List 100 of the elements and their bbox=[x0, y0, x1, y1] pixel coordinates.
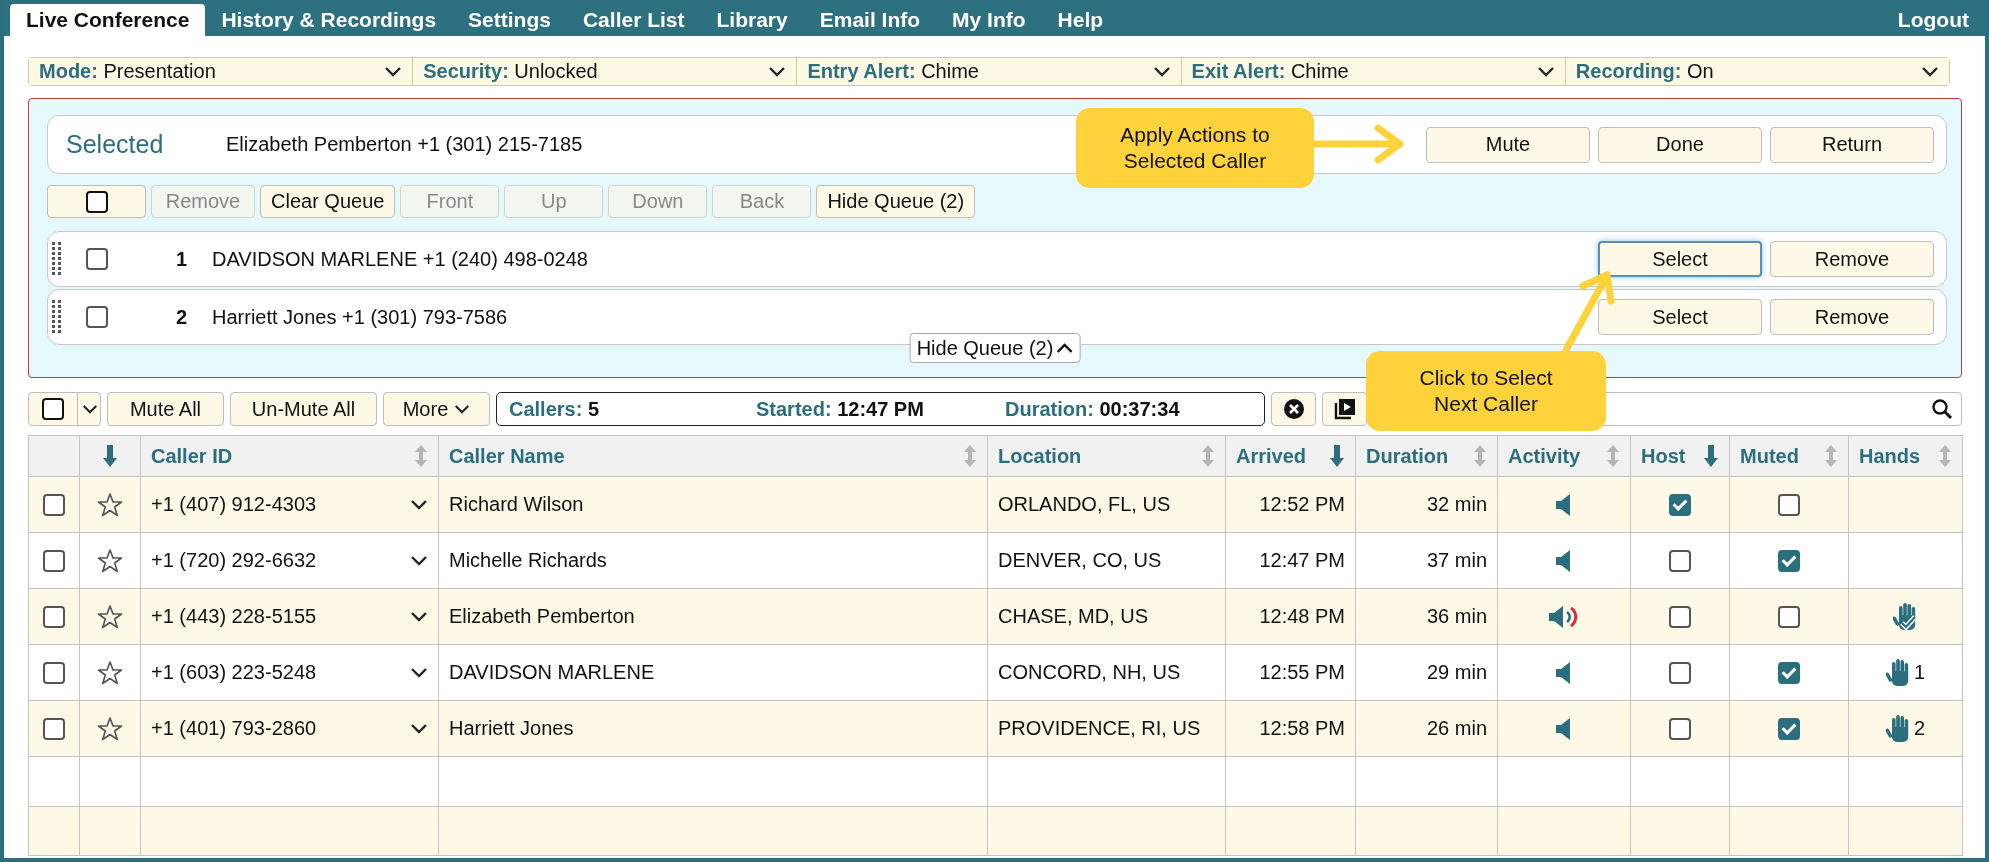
nav-tab[interactable]: Live Conference bbox=[10, 4, 206, 36]
toolbar-button[interactable]: More bbox=[383, 392, 490, 426]
star-icon[interactable] bbox=[97, 603, 123, 630]
chevron-down-icon[interactable] bbox=[410, 610, 428, 623]
drag-handle-icon[interactable] bbox=[52, 242, 62, 276]
caller-name-text: Elizabeth Pemberton bbox=[449, 605, 635, 627]
arrived-time-text: 12:47 PM bbox=[1259, 549, 1345, 571]
column-header[interactable]: Hands bbox=[1848, 435, 1963, 477]
checkbox[interactable] bbox=[1778, 550, 1800, 573]
checkbox[interactable] bbox=[43, 718, 65, 741]
chevron-down-icon[interactable] bbox=[82, 403, 98, 415]
caller-id-text: +1 (443) 228-5155 bbox=[151, 605, 317, 628]
queue-button[interactable]: Hide Queue (2) bbox=[816, 185, 976, 218]
stat-text: Callers: 5 bbox=[509, 397, 601, 421]
chevron-down-icon bbox=[384, 65, 403, 78]
sort-down-icon[interactable] bbox=[1703, 444, 1719, 468]
hand-check-icon[interactable] bbox=[1892, 601, 1919, 632]
nav-tab[interactable]: Email Info bbox=[803, 4, 937, 36]
arrived-time-text: 12:48 PM bbox=[1259, 605, 1345, 627]
arrived-time-text: 12:52 PM bbox=[1259, 493, 1345, 515]
checkbox[interactable] bbox=[43, 494, 65, 517]
caller-name-text: DAVIDSON MARLENE bbox=[449, 661, 655, 683]
caller-name-text: Richard Wilson bbox=[449, 493, 584, 515]
toolbar-button[interactable]: Un-Mute All bbox=[230, 392, 377, 426]
chevron-down-icon[interactable] bbox=[454, 403, 471, 415]
nav-tab[interactable]: Settings bbox=[452, 4, 567, 36]
nav-tab[interactable]: Caller List bbox=[566, 4, 701, 36]
remove-button[interactable]: Remove bbox=[1770, 299, 1934, 335]
select-menu-button[interactable] bbox=[28, 392, 101, 426]
arrived-time-text: 12:55 PM bbox=[1259, 661, 1345, 683]
playlist-button[interactable] bbox=[1322, 392, 1367, 426]
nav-tab[interactable]: My Info bbox=[936, 4, 1042, 36]
checkbox[interactable] bbox=[43, 550, 65, 573]
star-icon[interactable] bbox=[97, 547, 123, 574]
checkbox[interactable] bbox=[1669, 606, 1691, 629]
checkbox[interactable] bbox=[1669, 718, 1691, 741]
selected-caller-text: Elizabeth Pemberton +1 (301) 215-7185 bbox=[226, 133, 583, 156]
column-header[interactable]: Location bbox=[987, 435, 1226, 477]
caret-up-icon[interactable] bbox=[1055, 342, 1074, 354]
select-button[interactable]: Select bbox=[1598, 241, 1762, 277]
column-header[interactable]: Duration bbox=[1355, 435, 1498, 477]
callout-tooltip: Click to Select Next Caller bbox=[1366, 351, 1606, 431]
column-header[interactable]: Activity bbox=[1497, 435, 1631, 477]
location-text: ORLANDO, FL, US bbox=[998, 493, 1171, 515]
duration-text: 26 min bbox=[1426, 717, 1487, 739]
queue-caller-text: DAVIDSON MARLENE +1 (240) 498-0248 bbox=[212, 247, 588, 271]
star-icon[interactable] bbox=[97, 715, 123, 742]
action-button[interactable]: Return bbox=[1770, 126, 1934, 163]
checkbox[interactable] bbox=[86, 306, 108, 328]
checkbox[interactable] bbox=[1669, 662, 1691, 685]
column-header[interactable]: Arrived bbox=[1225, 435, 1356, 477]
action-button[interactable]: Done bbox=[1598, 126, 1762, 163]
checkbox[interactable] bbox=[1669, 550, 1691, 573]
checkbox[interactable] bbox=[43, 662, 65, 685]
select-all-button[interactable] bbox=[47, 185, 146, 218]
select-button[interactable]: Select bbox=[1598, 299, 1762, 335]
chevron-down-icon[interactable] bbox=[410, 722, 428, 735]
play-square-icon[interactable] bbox=[1333, 398, 1356, 420]
star-icon[interactable] bbox=[97, 659, 123, 686]
checkbox[interactable] bbox=[43, 606, 65, 629]
queue-button[interactable]: Clear Queue bbox=[260, 185, 396, 218]
checkbox[interactable] bbox=[1778, 494, 1800, 517]
chevron-down-icon bbox=[1921, 65, 1939, 78]
checkbox[interactable] bbox=[1778, 606, 1800, 629]
checkbox[interactable] bbox=[42, 398, 64, 420]
nav-tab[interactable]: History & Recordings bbox=[205, 4, 453, 36]
setting-dropdown[interactable]: Mode: Presentation bbox=[29, 58, 414, 85]
checkbox[interactable] bbox=[85, 190, 108, 213]
star-icon[interactable] bbox=[97, 491, 123, 518]
checkbox[interactable] bbox=[1669, 494, 1691, 517]
remove-button[interactable]: Remove bbox=[1770, 241, 1934, 277]
queue-number: 2 bbox=[176, 305, 189, 329]
column-header[interactable]: Host bbox=[1630, 435, 1730, 477]
caller-name-text: Harriett Jones bbox=[449, 717, 574, 739]
action-button[interactable]: Mute bbox=[1426, 126, 1590, 163]
drag-handle-icon[interactable] bbox=[52, 300, 62, 334]
stat-text: Duration: 00:37:34 bbox=[1005, 397, 1181, 421]
nav-tab[interactable]: Library bbox=[700, 4, 804, 36]
checkbox[interactable] bbox=[1778, 662, 1800, 685]
checkbox[interactable] bbox=[1778, 718, 1800, 741]
toolbar-button[interactable]: Mute All bbox=[107, 392, 224, 426]
arrived-time-text: 12:58 PM bbox=[1259, 717, 1345, 739]
column-header[interactable]: Caller ID bbox=[140, 435, 439, 477]
checkbox[interactable] bbox=[86, 248, 108, 270]
sort-down-icon[interactable] bbox=[1329, 444, 1345, 468]
caller-id-text: +1 (401) 793-2860 bbox=[151, 717, 317, 740]
search-icon bbox=[1931, 398, 1953, 420]
sort-down-icon[interactable] bbox=[102, 444, 118, 468]
nav-tab[interactable]: Help bbox=[1041, 4, 1120, 36]
chevron-down-icon[interactable] bbox=[410, 498, 428, 511]
duration-text: 36 min bbox=[1426, 605, 1487, 627]
chevron-down-icon[interactable] bbox=[410, 554, 428, 567]
chevron-down-icon[interactable] bbox=[410, 666, 428, 679]
logout-link[interactable]: Logout bbox=[1881, 4, 1985, 36]
hide-queue-tab[interactable]: Hide Queue (2) bbox=[909, 333, 1081, 363]
column-header[interactable]: Muted bbox=[1729, 435, 1849, 477]
caller-name-text: Michelle Richards bbox=[449, 549, 607, 571]
close-circle-icon[interactable] bbox=[1282, 398, 1305, 420]
column-header[interactable]: Caller Name bbox=[438, 435, 988, 477]
close-circle-button[interactable] bbox=[1271, 392, 1316, 426]
